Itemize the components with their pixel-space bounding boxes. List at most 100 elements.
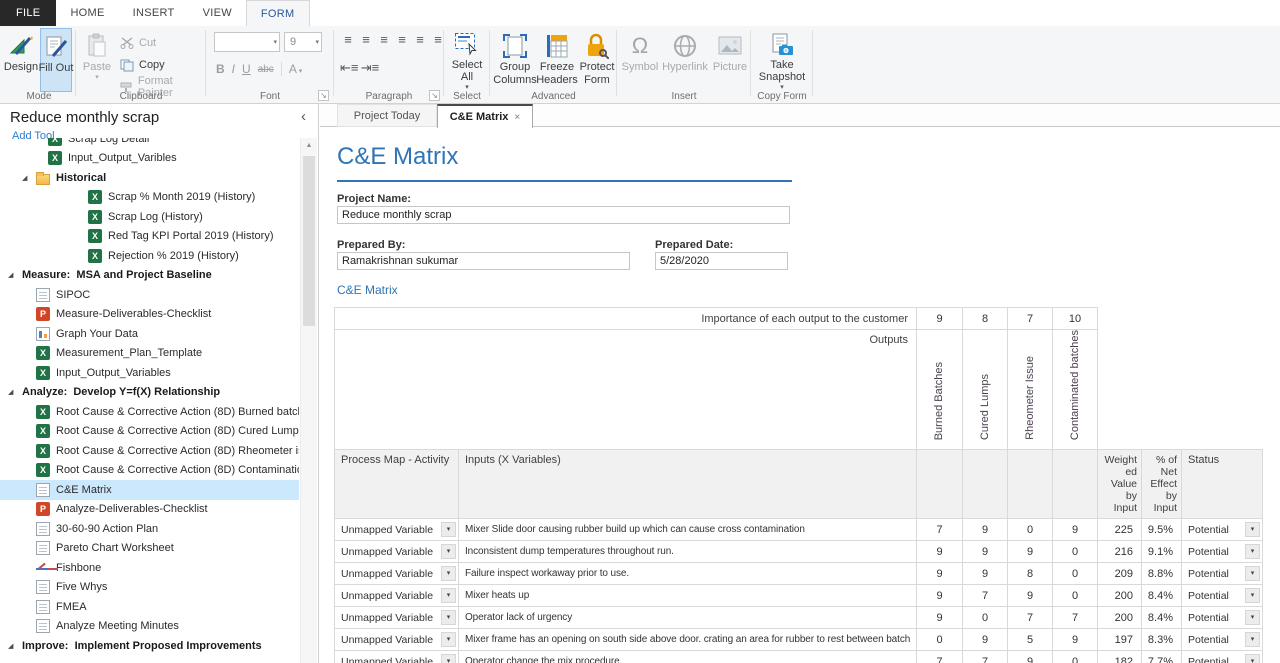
tab-view[interactable]: VIEW: [189, 0, 246, 26]
dropdown-arrow-icon[interactable]: ▾: [441, 588, 456, 603]
sidebar-collapse-icon[interactable]: ‹: [301, 108, 306, 125]
align-left-icon[interactable]: ≡: [376, 32, 392, 47]
tree-item[interactable]: Scrap Log Detail: [0, 138, 299, 149]
tab-form[interactable]: FORM: [246, 0, 310, 26]
rating-cell[interactable]: 9: [1008, 651, 1053, 663]
copy-button[interactable]: Copy: [118, 55, 165, 75]
input-description-cell[interactable]: Mixer frame has an opening on south side…: [459, 629, 917, 651]
tree-item[interactable]: Scrap % Month 2019 (History): [0, 188, 299, 208]
tree-item[interactable]: Analyze-Deliverables-Checklist: [0, 500, 299, 520]
strikethrough-button[interactable]: abc: [258, 64, 274, 75]
dropdown-arrow-icon[interactable]: ▾: [1245, 522, 1260, 537]
dropdown-arrow-icon[interactable]: ▾: [1245, 566, 1260, 581]
rating-cell[interactable]: 0: [1008, 519, 1053, 541]
cut-button[interactable]: Cut: [118, 33, 156, 53]
tree-item[interactable]: SIPOC: [0, 285, 299, 305]
hyperlink-button[interactable]: Hyperlink: [659, 28, 711, 92]
dropdown-arrow-icon[interactable]: ▾: [441, 544, 456, 559]
tree-item[interactable]: C&E Matrix: [0, 480, 299, 500]
status-dropdown[interactable]: Potential▾: [1184, 653, 1260, 663]
tree-item[interactable]: ◢Measure: MSA and Project Baseline: [0, 266, 299, 286]
font-color-button[interactable]: A ▾: [289, 62, 302, 76]
tab-insert[interactable]: INSERT: [119, 0, 189, 26]
output-column-header[interactable]: Contaminated batches: [1053, 330, 1098, 450]
font-size-combobox[interactable]: 9▾: [284, 32, 322, 52]
prepared-by-input[interactable]: [337, 252, 630, 270]
freeze-headers-button[interactable]: Freeze Headers: [536, 28, 578, 92]
tab-ce-matrix[interactable]: C&E Matrix ×: [437, 104, 533, 128]
status-dropdown[interactable]: Potential▾: [1184, 631, 1260, 648]
align-right-icon[interactable]: ≡: [412, 32, 428, 47]
tree-item[interactable]: Graph Your Data: [0, 324, 299, 344]
tree-item[interactable]: Root Cause & Corrective Action (8D) Rheo…: [0, 441, 299, 461]
fill-out-mode-button[interactable]: Fill Out: [40, 28, 72, 92]
tree-scrollbar[interactable]: ▲: [300, 138, 317, 663]
rating-cell[interactable]: 9: [963, 519, 1008, 541]
tree-item[interactable]: Root Cause & Corrective Action (8D) Cont…: [0, 461, 299, 481]
dropdown-arrow-icon[interactable]: ▾: [441, 654, 456, 663]
tree-item[interactable]: ◢Analyze: Develop Y=f(X) Relationship: [0, 383, 299, 403]
project-name-input[interactable]: [337, 206, 790, 224]
tree-item[interactable]: Input_Output_Varibles: [0, 149, 299, 169]
group-columns-button[interactable]: Group Columns: [494, 28, 536, 92]
rating-cell[interactable]: 5: [1008, 629, 1053, 651]
italic-button[interactable]: I: [232, 62, 235, 76]
rating-cell[interactable]: 0: [1053, 563, 1098, 585]
tab-project-today[interactable]: Project Today: [337, 104, 437, 127]
expand-arrow-icon[interactable]: ◢: [8, 642, 22, 650]
tree-item[interactable]: Root Cause & Corrective Action (8D) Burn…: [0, 402, 299, 422]
paste-button[interactable]: Paste ▾: [81, 28, 113, 92]
status-dropdown[interactable]: Potential▾: [1184, 565, 1260, 582]
output-column-header[interactable]: Rheometer Issue: [1008, 330, 1053, 450]
tree-item[interactable]: Fishbone: [0, 558, 299, 578]
tree-item[interactable]: Analyze Meeting Minutes: [0, 617, 299, 637]
tree-item[interactable]: ◢Improve: Implement Proposed Improvement…: [0, 636, 299, 656]
tree-item[interactable]: Five Whys: [0, 578, 299, 598]
dropdown-arrow-icon[interactable]: ▾: [441, 632, 456, 647]
picture-button[interactable]: Picture: [711, 28, 749, 92]
tree-item[interactable]: Pareto Chart Worksheet: [0, 539, 299, 559]
rating-cell[interactable]: 9: [1053, 629, 1098, 651]
rating-cell[interactable]: 9: [1053, 519, 1098, 541]
activity-dropdown[interactable]: Unmapped Variable▾: [337, 543, 456, 560]
numbered-list-icon[interactable]: ≡: [358, 32, 374, 47]
rating-cell[interactable]: 7: [917, 651, 963, 663]
status-dropdown[interactable]: Potential▾: [1184, 521, 1260, 538]
dropdown-arrow-icon[interactable]: ▾: [1245, 544, 1260, 559]
input-description-cell[interactable]: Operator lack of urgency: [459, 607, 917, 629]
dropdown-arrow-icon[interactable]: ▾: [441, 566, 456, 581]
activity-dropdown[interactable]: Unmapped Variable▾: [337, 565, 456, 582]
tree-item[interactable]: FMEA: [0, 597, 299, 617]
output-column-header[interactable]: Cured Lumps: [963, 330, 1008, 450]
scrollbar-thumb[interactable]: [303, 156, 315, 326]
input-description-cell[interactable]: Mixer Slide door causing rubber build up…: [459, 519, 917, 541]
input-description-cell[interactable]: Inconsistent dump temperatures throughou…: [459, 541, 917, 563]
importance-value-cell[interactable]: 7: [1008, 308, 1053, 330]
close-tab-icon[interactable]: ×: [514, 112, 520, 123]
protect-form-button[interactable]: Protect Form: [578, 28, 616, 92]
expand-arrow-icon[interactable]: ◢: [8, 271, 22, 279]
rating-cell[interactable]: 9: [963, 629, 1008, 651]
rating-cell[interactable]: 7: [917, 519, 963, 541]
tab-home[interactable]: HOME: [56, 0, 118, 26]
importance-value-cell[interactable]: 9: [917, 308, 963, 330]
activity-dropdown[interactable]: Unmapped Variable▾: [337, 653, 456, 663]
rating-cell[interactable]: 9: [917, 607, 963, 629]
dropdown-arrow-icon[interactable]: ▾: [1245, 588, 1260, 603]
expand-arrow-icon[interactable]: ◢: [8, 388, 22, 396]
prepared-date-input[interactable]: [655, 252, 788, 270]
rating-cell[interactable]: 7: [963, 585, 1008, 607]
bullet-list-icon[interactable]: ≡: [340, 32, 356, 47]
status-dropdown[interactable]: Potential▾: [1184, 587, 1260, 604]
input-description-cell[interactable]: Operator change the mix procedure.: [459, 651, 917, 663]
tree-item[interactable]: Rejection % 2019 (History): [0, 246, 299, 266]
tree-item[interactable]: 30-60-90 Action Plan: [0, 519, 299, 539]
decrease-indent-icon[interactable]: ⇤≡: [340, 60, 356, 76]
rating-cell[interactable]: 9: [1008, 585, 1053, 607]
rating-cell[interactable]: 9: [963, 541, 1008, 563]
importance-value-cell[interactable]: 10: [1053, 308, 1098, 330]
underline-button[interactable]: U: [242, 62, 251, 76]
design-mode-button[interactable]: Design: [4, 28, 38, 92]
rating-cell[interactable]: 9: [963, 563, 1008, 585]
scroll-up-arrow-icon[interactable]: ▲: [301, 138, 317, 154]
